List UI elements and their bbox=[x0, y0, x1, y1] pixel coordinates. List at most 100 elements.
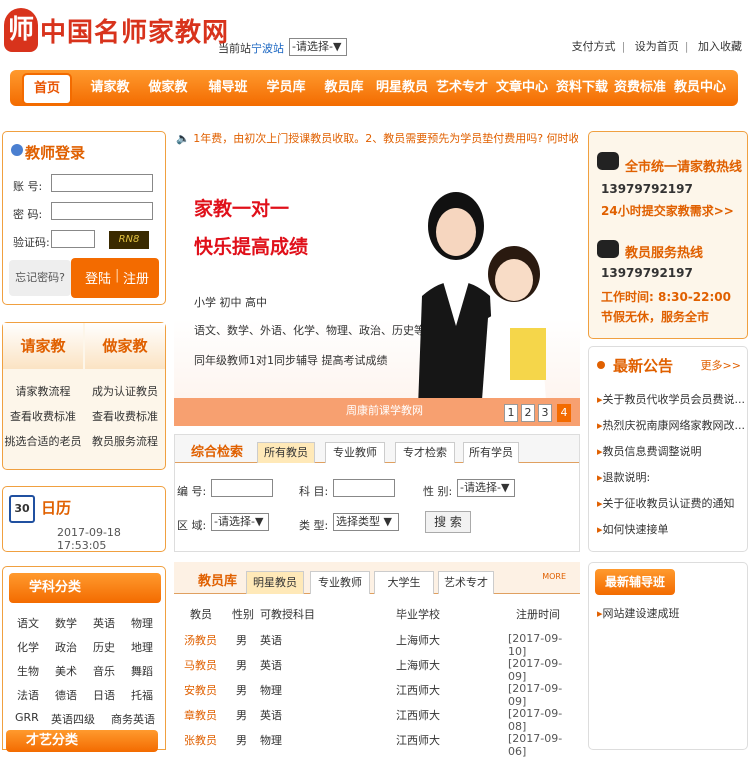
promo-banner[interactable]: 家教一对一 快乐提高成绩 小学 初中 高中 语文、数学、外语、化学、物理、政治、… bbox=[174, 160, 580, 426]
tab-star-teachers[interactable]: 明星教员 bbox=[246, 571, 304, 594]
nav-star-teachers[interactable]: 明星教员 bbox=[374, 70, 430, 106]
work-hours: 工作时间: 8:30-22:00 bbox=[601, 290, 732, 304]
nav-hire-tutor[interactable]: 请家教 bbox=[82, 70, 138, 106]
tab-pro-teachers[interactable]: 专业教师 bbox=[310, 571, 370, 594]
subject-item[interactable]: 日语 bbox=[93, 687, 115, 703]
pay-method-link[interactable]: 支付方式 bbox=[572, 40, 616, 53]
number-input[interactable] bbox=[211, 479, 273, 497]
subject-item[interactable]: 化学 bbox=[17, 639, 39, 655]
nav-teachers[interactable]: 教员库 bbox=[316, 70, 372, 106]
station-city[interactable]: 宁波站 bbox=[251, 42, 284, 55]
announcement-item[interactable]: 如何快速接单 bbox=[597, 521, 745, 537]
tab-talent-search[interactable]: 专才检索 bbox=[395, 442, 455, 463]
tab-all-students[interactable]: 所有学员 bbox=[463, 442, 519, 463]
submit-request-link[interactable]: 24小时提交家教需求>> bbox=[601, 202, 734, 219]
search-button[interactable]: 搜 索 bbox=[425, 511, 471, 533]
hire-link[interactable]: 查看收费标准 bbox=[3, 408, 83, 424]
teacher-date: [2017-09-06] bbox=[508, 732, 563, 758]
subject-item[interactable]: 地理 bbox=[131, 639, 153, 655]
nav-fees[interactable]: 资费标准 bbox=[612, 70, 668, 106]
forgot-password-link[interactable]: 忘记密码? bbox=[9, 260, 71, 296]
account-input[interactable] bbox=[51, 174, 153, 192]
tutor-link[interactable]: 查看收费标准 bbox=[85, 408, 165, 424]
hire-link[interactable]: 请家教流程 bbox=[3, 383, 83, 399]
nav-be-tutor[interactable]: 做家教 bbox=[140, 70, 196, 106]
area-select[interactable]: -请选择-▼ bbox=[211, 513, 269, 531]
site-logo[interactable]: 师 中国名师家教网 bbox=[4, 6, 228, 54]
teacher-name[interactable]: 安教员 bbox=[184, 682, 217, 698]
teacher-school: 江西师大 bbox=[396, 734, 440, 747]
announcement-item[interactable]: 关于教员代收学员会员费说... bbox=[597, 391, 745, 407]
hire-link[interactable]: 挑选合适的老员 bbox=[3, 433, 83, 449]
teacher-name[interactable]: 汤教员 bbox=[184, 632, 217, 648]
banner-page-4[interactable]: 4 bbox=[557, 404, 571, 422]
banner-page-2[interactable]: 2 bbox=[521, 404, 535, 422]
hire-title[interactable]: 请家教 bbox=[3, 323, 83, 369]
add-favorite-link[interactable]: 加入收藏 bbox=[698, 40, 742, 53]
tutor-link[interactable]: 成为认证教员 bbox=[85, 383, 165, 399]
announcement-item[interactable]: 热烈庆祝南康网络家教网改... bbox=[597, 417, 745, 433]
teacher-school: 江西师大 bbox=[396, 684, 440, 697]
tab-college-students[interactable]: 大学生 bbox=[374, 571, 434, 594]
announcement-item[interactable]: 教员信息费调整说明 bbox=[597, 443, 745, 459]
login-button[interactable]: 登陆 bbox=[85, 268, 111, 287]
top-links: 支付方式 | 设为首页 | 加入收藏 bbox=[571, 40, 742, 53]
code-input[interactable] bbox=[51, 230, 95, 248]
subject-item[interactable]: 历史 bbox=[93, 639, 115, 655]
student-photo bbox=[482, 246, 546, 400]
service-hotline-number: 13979792197 bbox=[601, 266, 693, 280]
subject-input[interactable] bbox=[333, 479, 395, 497]
subject-item[interactable]: 数学 bbox=[55, 615, 77, 631]
nav-home[interactable]: 首页 bbox=[22, 73, 72, 105]
set-home-link[interactable]: 设为首页 bbox=[635, 40, 679, 53]
announcement-item[interactable]: 关于征收教员认证费的通知 bbox=[597, 495, 745, 511]
gender-select[interactable]: -请选择-▼ bbox=[457, 479, 515, 497]
nav-downloads[interactable]: 资料下载 bbox=[554, 70, 610, 106]
nav-classes[interactable]: 辅导班 bbox=[200, 70, 256, 106]
tutor-title[interactable]: 做家教 bbox=[85, 323, 165, 369]
subject-item[interactable]: 美术 bbox=[55, 663, 77, 679]
subject-item[interactable]: 托福 bbox=[131, 687, 153, 703]
notice-marquee[interactable]: 🔈 1年费，由初次上门授课教员收取。2、教员需要预先为学员垫付费用吗? 何时收回… bbox=[176, 130, 578, 152]
calendar-datetime: 2017-09-18 17:53:05 bbox=[57, 526, 121, 552]
subject-item[interactable]: 音乐 bbox=[93, 663, 115, 679]
teacher-login-panel: 教师登录 账 号: 密 码: 验证码: RN8 忘记密码? 登陆 | 注册 bbox=[2, 131, 166, 305]
subject-item[interactable]: 英语 bbox=[93, 615, 115, 631]
number-label: 编 号: bbox=[177, 485, 207, 498]
subject-item[interactable]: 德语 bbox=[55, 687, 77, 703]
tutor-link[interactable]: 教员服务流程 bbox=[85, 433, 165, 449]
subject-item[interactable]: 法语 bbox=[17, 687, 39, 703]
bullet-icon bbox=[597, 361, 605, 369]
subject-item[interactable]: GRR bbox=[15, 711, 39, 724]
subject-item[interactable]: 英语四级 bbox=[51, 711, 95, 727]
teacher-gender: 男 bbox=[236, 634, 247, 647]
nav-teacher-center[interactable]: 教员中心 bbox=[672, 70, 728, 106]
teacher-name[interactable]: 章教员 bbox=[184, 707, 217, 723]
announcement-item[interactable]: 退款说明: bbox=[597, 469, 745, 485]
subject-item[interactable]: 政治 bbox=[55, 639, 77, 655]
tab-all-teachers[interactable]: 所有教员 bbox=[257, 442, 315, 463]
subject-item[interactable]: 舞蹈 bbox=[131, 663, 153, 679]
latest-class-item[interactable]: 网站建设速成班 bbox=[597, 605, 680, 621]
banner-page-3[interactable]: 3 bbox=[538, 404, 552, 422]
teacher-more-link[interactable]: MORE bbox=[542, 572, 566, 581]
nav-art-talent[interactable]: 艺术专才 bbox=[434, 70, 490, 106]
nav-students[interactable]: 学员库 bbox=[258, 70, 314, 106]
city-select[interactable]: -请选择-▼ bbox=[289, 38, 347, 56]
captcha-image[interactable]: RN8 bbox=[109, 231, 149, 249]
tab-art-talent[interactable]: 艺术专才 bbox=[438, 571, 494, 594]
banner-page-1[interactable]: 1 bbox=[504, 404, 518, 422]
subject-item[interactable]: 商务英语 bbox=[111, 711, 155, 727]
banner-heading: 家教一对一 bbox=[194, 198, 290, 220]
type-select[interactable]: 选择类型 ▼ bbox=[333, 513, 399, 531]
subject-item[interactable]: 语文 bbox=[17, 615, 39, 631]
teacher-name[interactable]: 张教员 bbox=[184, 732, 217, 748]
announcements-more-link[interactable]: 更多>> bbox=[701, 357, 741, 373]
subject-item[interactable]: 物理 bbox=[131, 615, 153, 631]
subject-item[interactable]: 生物 bbox=[17, 663, 39, 679]
password-input[interactable] bbox=[51, 202, 153, 220]
tab-pro-teachers[interactable]: 专业教师 bbox=[325, 442, 385, 463]
nav-articles[interactable]: 文章中心 bbox=[494, 70, 550, 106]
teacher-name[interactable]: 马教员 bbox=[184, 657, 217, 673]
register-button[interactable]: 注册 bbox=[123, 268, 149, 287]
